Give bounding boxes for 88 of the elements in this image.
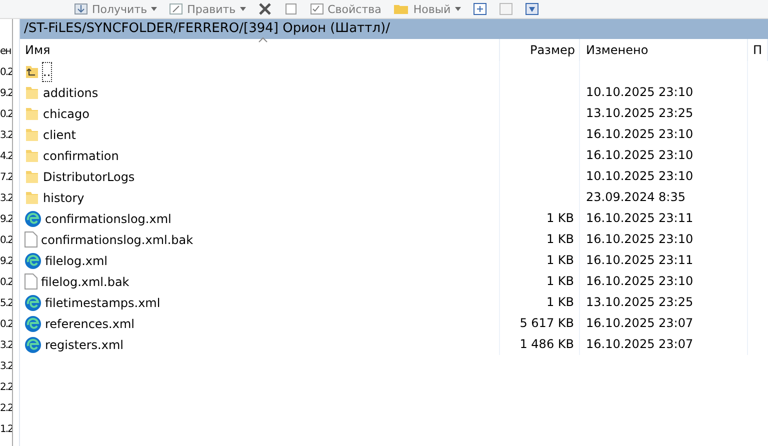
swirl-icon [24, 294, 42, 312]
path-bar: /ST-FiLES/SYNCFOLDER/FERRERO/[394] Орион (Шаттл)/ [20, 19, 768, 39]
file-size: 1 KB [546, 274, 574, 288]
toolbar-button[interactable]: Свойства [306, 0, 386, 18]
file-name[interactable]: additions [43, 84, 98, 102]
folder-icon [24, 170, 40, 184]
swirl-icon [24, 210, 42, 228]
folder-icon [24, 106, 40, 120]
table-cell-text: 0.2 [0, 108, 12, 122]
file-size: 1 486 KB [520, 337, 574, 351]
folder-icon [24, 148, 40, 162]
file-name[interactable]: confirmation [43, 146, 119, 164]
file-name[interactable]: filetimestamps.xml [45, 294, 160, 312]
file-name[interactable]: .. [43, 62, 51, 80]
plus-icon [472, 3, 487, 15]
caret-icon [454, 7, 461, 11]
table-cell-text: 3.2 [0, 339, 12, 353]
table-cell-text: 0.2 [0, 234, 12, 248]
file-name[interactable]: client [43, 126, 76, 144]
column-header[interactable]: П [748, 39, 768, 61]
file-icon [24, 273, 38, 290]
column-header: ен [0, 45, 12, 59]
checklist-icon [310, 3, 324, 15]
modified-date: 23.09.2024 8:35 [586, 190, 686, 204]
caret-icon [240, 7, 246, 11]
file-name[interactable]: confirmationslog.xml.bak [41, 230, 194, 248]
swirl-icon [24, 336, 42, 354]
document-icon [284, 3, 298, 15]
modified-date: 16.10.2025 23:07 [586, 337, 694, 351]
toolbar-button[interactable]: Править [165, 0, 250, 18]
swirl-icon [24, 252, 42, 270]
folder-icon [24, 190, 40, 204]
folder-icon [393, 3, 410, 15]
table-cell-text: 3.2 [0, 129, 12, 143]
table-cell-text: 0.2 [0, 66, 12, 80]
modified-date: 10.10.2025 23:10 [586, 85, 694, 99]
modified-date: 16.10.2025 23:10 [586, 274, 694, 288]
folder-icon [24, 86, 40, 100]
modified-date: 16.10.2025 23:10 [586, 232, 694, 246]
modified-date: 13.10.2025 23:25 [586, 295, 694, 309]
table-cell-text: 0.2 [0, 318, 12, 332]
table-cell-text: 0.2 [0, 276, 12, 290]
table-cell-text: 3.2 [0, 192, 12, 206]
table-cell-text: 3.2 [0, 360, 12, 374]
folder-icon [24, 128, 40, 142]
table-cell-text: 9.2 [0, 213, 12, 227]
download-icon [74, 3, 88, 15]
file-name[interactable]: DistributorLogs [43, 168, 135, 186]
column-header[interactable]: Размер [500, 39, 580, 61]
file-name[interactable]: registers.xml [45, 336, 124, 354]
modified-date: 16.10.2025 23:10 [586, 127, 694, 141]
modified-date: 16.10.2025 23:11 [586, 211, 694, 225]
modified-date: 16.10.2025 23:11 [586, 253, 694, 267]
table-cell-text: 9.2 [0, 87, 12, 101]
delete-icon [258, 3, 272, 15]
toolbar-button[interactable]: Получить [70, 0, 162, 18]
file-name[interactable]: chicago [43, 104, 90, 122]
table-cell-text: 2.2 [0, 381, 12, 395]
swirl-icon [24, 314, 42, 332]
pencil-icon [169, 3, 184, 15]
table-cell-text: 2.2 [0, 402, 12, 416]
table-cell-text: 5.2 [0, 297, 12, 311]
file-size: 1 KB [546, 232, 574, 246]
modified-date: 10.10.2025 23:10 [586, 169, 694, 183]
square-icon [498, 3, 513, 15]
column-header[interactable]: Изменено [580, 39, 748, 61]
column-header[interactable]: Имя [20, 39, 500, 61]
table-cell-text: 9.2 [0, 255, 12, 269]
file-name[interactable]: filelog.xml [45, 252, 108, 270]
table-cell-text: 7.2 [0, 171, 12, 185]
file-icon [24, 231, 38, 248]
file-name[interactable]: confirmationslog.xml [45, 210, 172, 228]
folder-up-icon [24, 64, 40, 78]
file-name[interactable]: filelog.xml.bak [41, 272, 130, 290]
file-size: 1 KB [546, 211, 574, 225]
modified-date: 13.10.2025 23:25 [586, 106, 694, 120]
file-size: 1 KB [546, 295, 574, 309]
toolbar-button[interactable]: Новый [389, 0, 465, 18]
file-name[interactable]: references.xml [45, 314, 134, 332]
file-size: 1 KB [546, 253, 574, 267]
file-size: 5 617 KB [520, 316, 574, 330]
modified-date: 16.10.2025 23:10 [586, 148, 694, 162]
caret-icon [151, 7, 158, 11]
file-name[interactable]: history [43, 188, 84, 206]
filter-icon [524, 3, 539, 15]
table-cell-text: 1.2 [0, 423, 12, 437]
modified-date: 16.10.2025 23:07 [586, 316, 694, 330]
table-cell-text: 4.2 [0, 150, 12, 164]
